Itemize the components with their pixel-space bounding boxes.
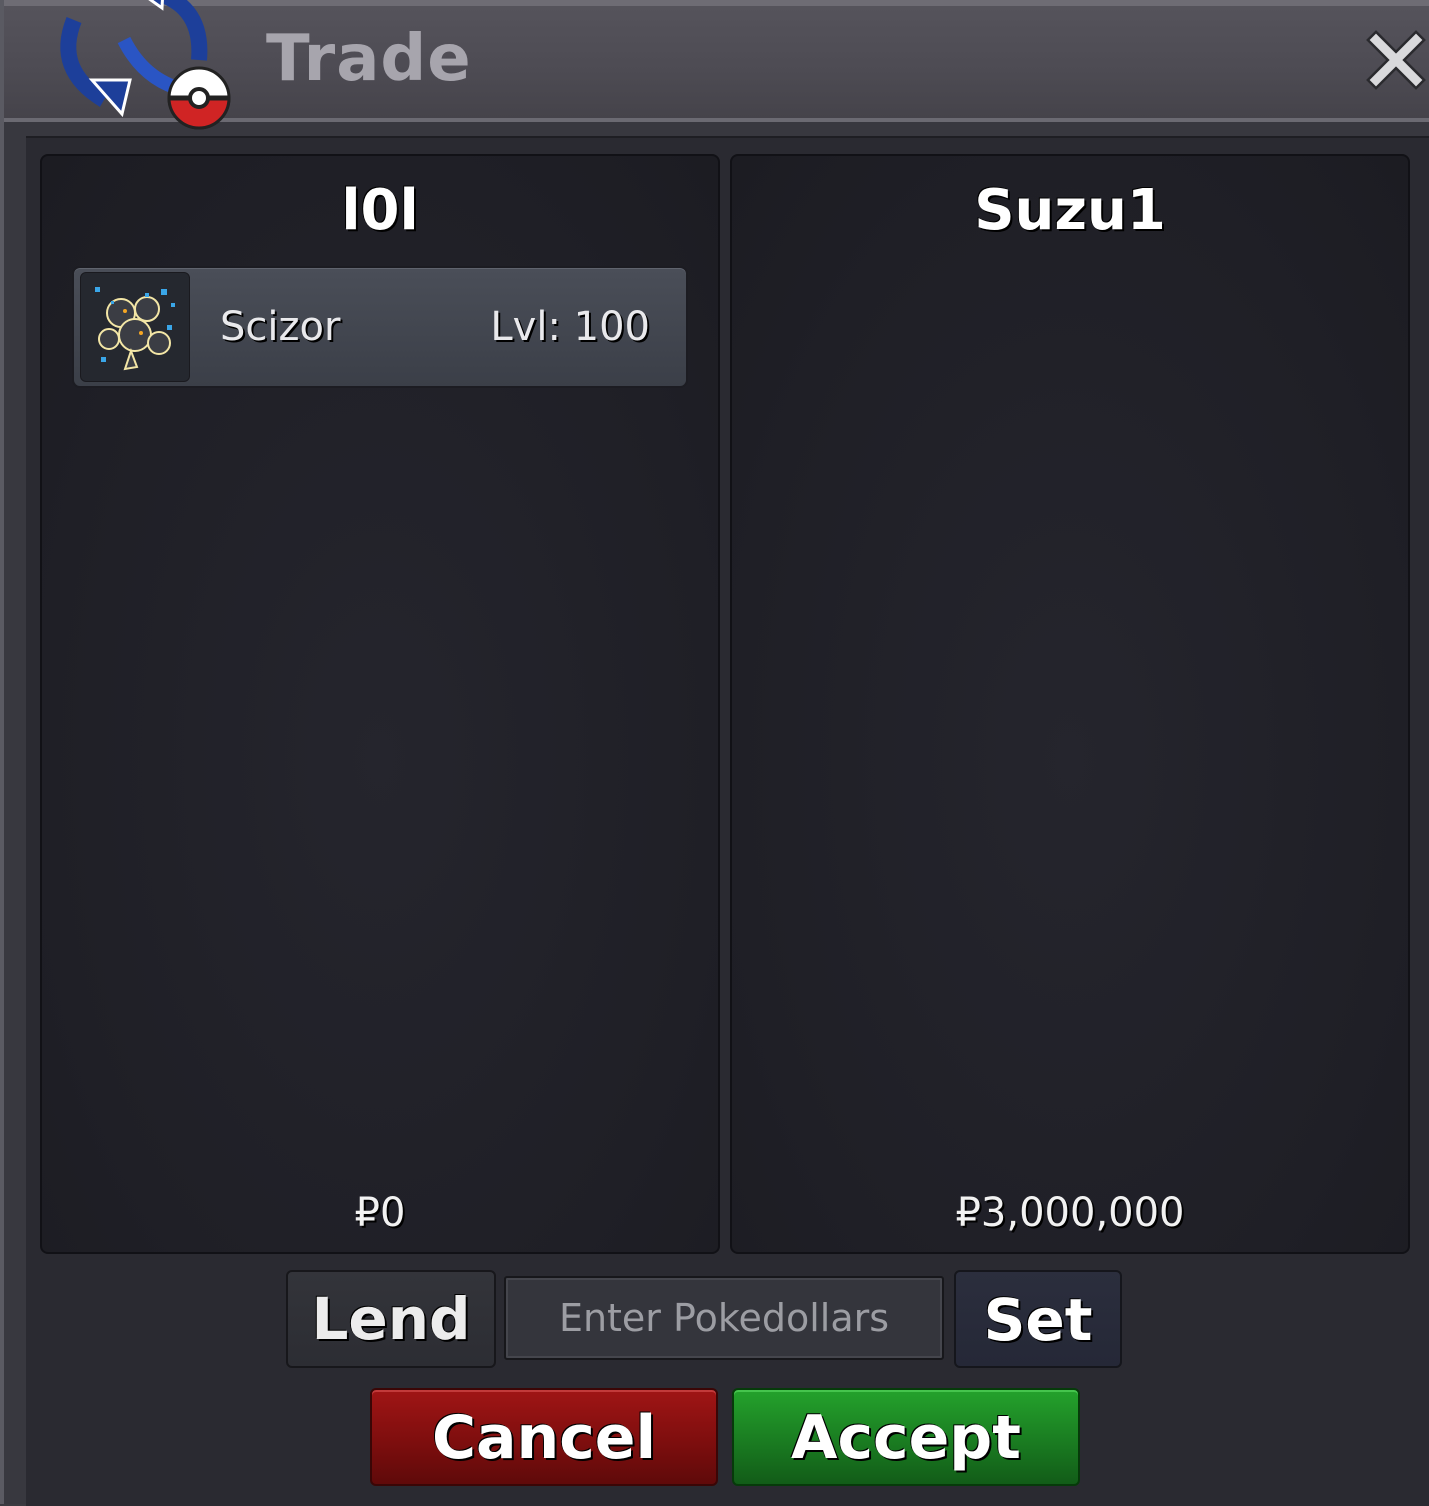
player-name-left: l0l (341, 178, 419, 243)
set-money-button[interactable]: Set (954, 1270, 1122, 1368)
money-offer-left: ₽0 (354, 1190, 406, 1236)
player-name-right: Suzu1 (974, 178, 1166, 243)
trade-window: Trade l0l Scizor Lvl: 100 ₽0 Suzu1 ₽3,00… (0, 0, 1429, 1506)
lend-button[interactable]: Lend (286, 1270, 496, 1368)
pokedollars-input[interactable]: Enter Pokedollars (504, 1276, 944, 1360)
pokemon-level: Lvl: 100 (490, 304, 650, 350)
pokemon-name: Scizor (220, 304, 341, 350)
close-icon[interactable] (1366, 30, 1426, 90)
trade-swap-pokeball-icon (34, 0, 244, 140)
accept-button[interactable]: Accept (732, 1388, 1080, 1486)
window-title: Trade (266, 22, 472, 96)
partner-offer-panel (730, 154, 1410, 1254)
trade-item-slot[interactable]: Scizor Lvl: 100 (72, 266, 688, 388)
cancel-button[interactable]: Cancel (370, 1388, 718, 1486)
money-offer-right: ₽3,000,000 (955, 1190, 1185, 1236)
scizor-sprite-icon (80, 272, 190, 382)
